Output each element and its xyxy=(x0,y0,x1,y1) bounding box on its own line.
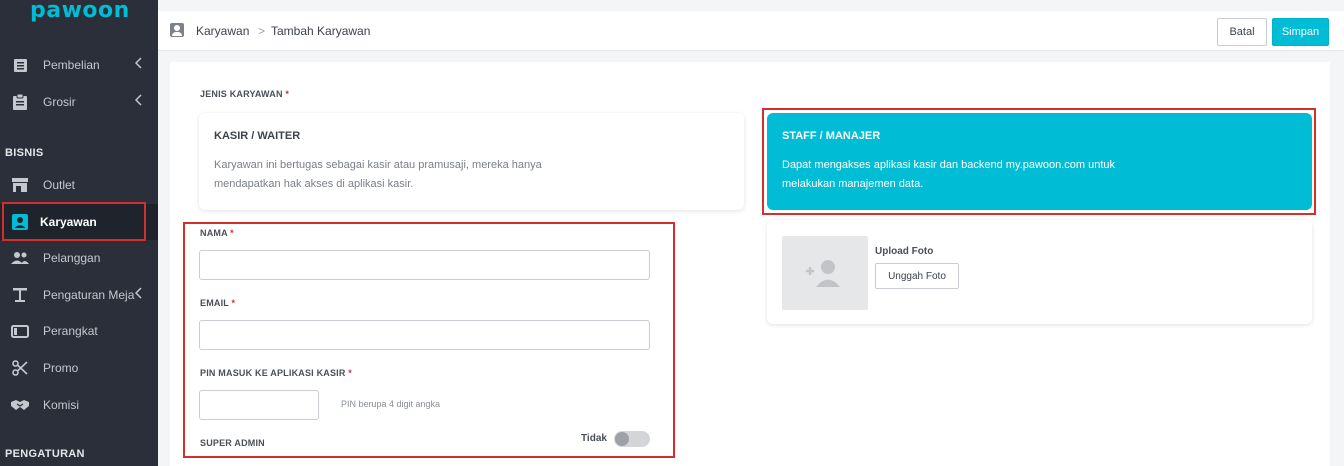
chevron-left-icon xyxy=(134,94,145,108)
card-title: STAFF / MANAJER xyxy=(782,130,881,142)
type-card-kasir-waiter[interactable]: KASIR / WAITER Karyawan ini bertugas seb… xyxy=(199,113,744,210)
sidebar-item-label: Pembelian xyxy=(43,58,100,72)
name-input[interactable] xyxy=(199,250,650,280)
add-person-icon xyxy=(806,260,840,287)
pawoon-logo[interactable]: pawoon xyxy=(30,0,130,23)
sidebar-item-label: Perangkat xyxy=(43,324,98,338)
card-title: KASIR / WAITER xyxy=(214,130,301,142)
photo-placeholder[interactable] xyxy=(782,236,868,310)
name-label: NAMA * xyxy=(200,228,234,238)
name-label-text: NAMA xyxy=(200,228,228,238)
chevron-left-icon xyxy=(134,57,145,71)
sidebar-item-label: Karyawan xyxy=(40,215,97,229)
card-description-line: melakukan manajemen data. xyxy=(782,178,924,190)
breadcrumb-separator: > xyxy=(258,24,266,38)
super-admin-label: SUPER ADMIN xyxy=(200,438,265,448)
pin-label-text: PIN MASUK KE APLIKASI KASIR xyxy=(200,368,346,378)
top-header: Karyawan > Tambah Karyawan Batal Simpan xyxy=(158,0,1344,51)
chevron-left-icon xyxy=(134,287,145,301)
section-title-pengaturan: PENGATURAN xyxy=(5,448,85,460)
card-description-line: Karyawan ini bertugas sebagai kasir atau… xyxy=(214,159,542,171)
breadcrumb-karyawan[interactable]: Karyawan xyxy=(196,24,249,38)
sidebar-item-label: Outlet xyxy=(43,178,76,192)
sidebar-item-komisi[interactable]: Komisi xyxy=(0,387,158,423)
sidebar-item-label: Pelanggan xyxy=(43,251,101,265)
employee-icon xyxy=(170,23,184,37)
employee-icon xyxy=(11,213,29,231)
store-icon xyxy=(11,176,29,194)
pin-label: PIN MASUK KE APLIKASI KASIR * xyxy=(200,368,352,378)
type-card-staff-manajer[interactable]: STAFF / MANAJER Dapat mengakses aplikasi… xyxy=(767,113,1312,210)
table-icon xyxy=(11,286,29,304)
section-title-bisnis: BISNIS xyxy=(5,147,44,159)
card-description: Karyawan ini bertugas sebagai kasir atau… xyxy=(214,156,574,194)
employee-type-label-text: JENIS KARYAWAN xyxy=(200,89,283,99)
scissors-icon xyxy=(11,359,29,377)
sidebar-item-label: Promo xyxy=(43,361,79,375)
required-mark: * xyxy=(348,368,352,378)
cancel-button[interactable]: Batal xyxy=(1217,18,1267,46)
upload-photo-label: Upload Foto xyxy=(875,246,934,257)
pin-hint: PIN berupa 4 digit angka xyxy=(341,399,441,409)
pin-input[interactable] xyxy=(199,390,319,420)
customers-icon xyxy=(11,249,29,267)
sidebar-item-label: Pengaturan Meja xyxy=(43,288,135,302)
required-mark: * xyxy=(231,298,236,308)
save-button[interactable]: Simpan xyxy=(1272,18,1329,46)
sidebar-item-label: Komisi xyxy=(43,398,80,412)
breadcrumb-current: Tambah Karyawan xyxy=(271,24,371,38)
sidebar: pawoon Pembelian Grosir BISNIS Outlet Ka… xyxy=(0,0,158,466)
sidebar-item-pelanggan[interactable]: Pelanggan xyxy=(0,240,158,276)
sidebar-item-outlet[interactable]: Outlet xyxy=(0,167,158,203)
list-icon xyxy=(11,56,29,74)
sidebar-item-pembelian[interactable]: Pembelian xyxy=(0,47,158,83)
required-mark: * xyxy=(230,228,234,238)
sidebar-item-pengaturan-meja[interactable]: Pengaturan Meja xyxy=(0,277,158,313)
sidebar-item-promo[interactable]: Promo xyxy=(0,350,158,386)
upload-photo-button[interactable]: Unggah Foto xyxy=(875,263,959,289)
handshake-icon xyxy=(11,396,29,414)
sidebar-item-grosir[interactable]: Grosir xyxy=(0,84,158,120)
device-icon xyxy=(11,322,29,340)
card-description-line: mendapatkan hak akses di aplikasi kasir. xyxy=(214,178,414,190)
email-label-text: EMAIL xyxy=(200,298,229,308)
employee-type-label: JENIS KARYAWAN * xyxy=(200,89,289,99)
card-description: Dapat mengakses aplikasi kasir dan backe… xyxy=(782,156,1142,194)
super-admin-state: Tidak xyxy=(581,433,607,444)
clipboard-icon xyxy=(11,93,29,111)
sidebar-item-label: Grosir xyxy=(43,95,76,109)
sidebar-item-perangkat[interactable]: Perangkat xyxy=(0,313,158,349)
sidebar-item-karyawan[interactable]: Karyawan xyxy=(0,204,158,240)
super-admin-toggle[interactable] xyxy=(614,431,650,447)
email-label: EMAIL * xyxy=(200,298,235,308)
email-input[interactable] xyxy=(199,320,650,350)
card-description-line: Dapat mengakses aplikasi kasir dan backe… xyxy=(782,159,1116,171)
required-mark: * xyxy=(285,89,290,99)
